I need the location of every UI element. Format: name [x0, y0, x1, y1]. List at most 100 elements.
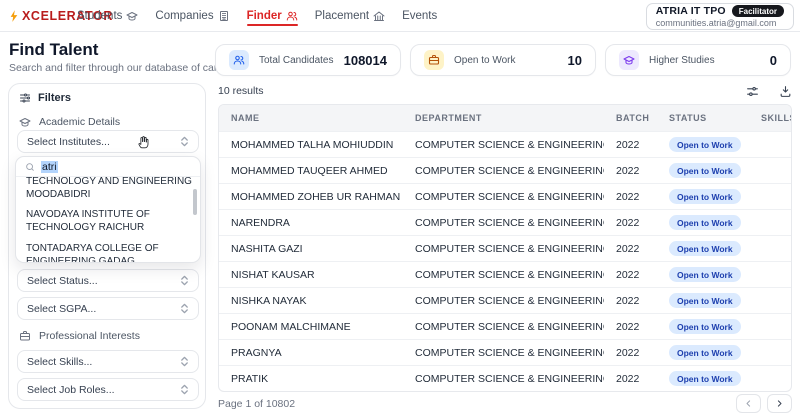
results-count: 10 results	[218, 85, 264, 97]
candidate-status: Open to Work	[657, 345, 749, 360]
candidate-status: Open to Work	[657, 371, 749, 386]
candidate-name: POONAM MALCHIMANE	[231, 320, 351, 333]
dropdown-scrollbar[interactable]	[193, 189, 197, 215]
candidate-batch: 2022	[616, 268, 640, 281]
select-skills[interactable]: Select Skills...	[17, 350, 199, 373]
candidate-department: COMPUTER SCIENCE & ENGINEERING	[415, 294, 604, 307]
table-row[interactable]: NARENDRA COMPUTER SCIENCE & ENGINEERING …	[219, 209, 791, 235]
candidate-batch: 2022	[616, 164, 640, 177]
table-row[interactable]: POONAM MALCHIMANE COMPUTER SCIENCE & ENG…	[219, 313, 791, 339]
institute-option[interactable]: TECHNOLOGY AND ENGINEERING MOODABIDRI	[26, 177, 196, 203]
candidate-status: Open to Work	[657, 319, 749, 334]
select-institutes[interactable]: Select Institutes...	[17, 130, 199, 153]
candidate-name: MOHAMMED TALHA MOHIUDDIN	[231, 138, 394, 151]
sliders-icon	[19, 92, 31, 104]
table-header-row: NAME DEPARTMENT BATCH STATUS SKILLS	[219, 105, 791, 131]
graduation-cap-icon	[619, 50, 639, 70]
candidate-batch: 2022	[616, 294, 640, 307]
user-name: ATRIA IT TPO	[655, 5, 726, 17]
users-icon	[229, 50, 249, 70]
status-badge: Open to Work	[669, 267, 741, 282]
institute-option[interactable]: NAVODAYA INSTITUTE OF TECHNOLOGY RAICHUR	[26, 206, 196, 237]
candidate-department: COMPUTER SCIENCE & ENGINEERING	[415, 268, 604, 281]
chevron-updown-icon	[180, 303, 189, 314]
nav-events[interactable]: Events	[402, 0, 437, 32]
users-icon	[286, 10, 298, 22]
table-row[interactable]: NISHKA NAYAK COMPUTER SCIENCE & ENGINEER…	[219, 287, 791, 313]
section-label: Professional Interests	[39, 330, 140, 342]
table-row[interactable]: MOHAMMED TALHA MOHIUDDIN COMPUTER SCIENC…	[219, 131, 791, 157]
candidate-status: Open to Work	[657, 293, 749, 308]
status-badge: Open to Work	[669, 215, 741, 230]
candidate-name: MOHAMMED ZOHEB UR RAHMAN	[231, 190, 401, 203]
graduation-cap-icon	[19, 116, 31, 128]
select-sgpa[interactable]: Select SGPA...	[17, 297, 199, 320]
nav-students[interactable]: Students	[77, 0, 138, 32]
candidate-status: Open to Work	[657, 215, 749, 230]
nav-companies[interactable]: Companies	[155, 0, 229, 32]
candidate-batch: 2022	[616, 138, 640, 151]
next-page-button[interactable]	[767, 394, 792, 413]
table-body: MOHAMMED TALHA MOHIUDDIN COMPUTER SCIENC…	[219, 131, 791, 391]
briefcase-icon	[19, 330, 31, 342]
status-badge: Open to Work	[669, 371, 741, 386]
stat-label: Total Candidates	[259, 54, 334, 66]
download-icon[interactable]	[779, 85, 792, 98]
table-row[interactable]: MOHAMMED ZOHEB UR RAHMAN COMPUTER SCIENC…	[219, 183, 791, 209]
graduation-cap-icon	[126, 10, 138, 22]
candidate-batch: 2022	[616, 346, 640, 359]
stat-value: 0	[769, 52, 777, 68]
stat-value: 108014	[343, 52, 387, 68]
table-row[interactable]: NASHITA GAZI COMPUTER SCIENCE & ENGINEER…	[219, 235, 791, 261]
user-role-badge: Facilitator	[731, 5, 784, 17]
select-job-roles[interactable]: Select Job Roles...	[17, 378, 199, 401]
main-nav: Students Companies Finder Placement Even…	[77, 0, 437, 32]
status-badge: Open to Work	[669, 189, 741, 204]
top-header: XCELERATOR Students Companies Finder Pla…	[0, 0, 800, 32]
user-profile-box[interactable]: ATRIA IT TPO Facilitator communities.atr…	[645, 3, 794, 30]
stat-value: 10	[567, 52, 582, 68]
status-badge: Open to Work	[669, 241, 741, 256]
institute-search[interactable]: atri	[16, 157, 200, 177]
section-academic-details: Academic Details	[19, 116, 120, 128]
select-job-roles-value: Select Job Roles...	[27, 383, 115, 396]
select-sgpa-value: Select SGPA...	[27, 302, 97, 315]
select-status[interactable]: Select Status...	[17, 269, 199, 292]
landmark-icon	[373, 10, 385, 22]
select-status-value: Select Status...	[27, 274, 98, 287]
candidate-status: Open to Work	[657, 189, 749, 204]
candidates-table: NAME DEPARTMENT BATCH STATUS SKILLS MOHA…	[218, 104, 792, 392]
candidate-status: Open to Work	[657, 163, 749, 178]
chevron-updown-icon	[180, 384, 189, 395]
search-icon	[25, 162, 35, 172]
candidate-name: MOHAMMED TAUQEER AHMED	[231, 164, 388, 177]
table-row[interactable]: NISHAT KAUSAR COMPUTER SCIENCE & ENGINEE…	[219, 261, 791, 287]
status-badge: Open to Work	[669, 137, 741, 152]
results-area: 10 results NAME DEPARTMENT BATCH STATUS …	[218, 84, 792, 413]
prev-page-button[interactable]	[736, 394, 761, 413]
column-settings-icon[interactable]	[746, 85, 759, 98]
nav-companies-label: Companies	[155, 10, 214, 22]
nav-students-label: Students	[77, 10, 123, 22]
table-row[interactable]: MOHAMMED TAUQEER AHMED COMPUTER SCIENCE …	[219, 157, 791, 183]
nav-placement[interactable]: Placement	[315, 0, 385, 32]
status-badge: Open to Work	[669, 319, 741, 334]
candidate-status: Open to Work	[657, 137, 749, 152]
institute-option[interactable]: TONTADARYA COLLEGE OF ENGINEERING GADAG	[26, 239, 196, 263]
filters-header: Filters	[19, 92, 71, 104]
stat-total-candidates: Total Candidates 108014	[215, 44, 401, 76]
col-skills: SKILLS	[761, 113, 791, 123]
candidate-status: Open to Work	[657, 267, 749, 282]
nav-finder[interactable]: Finder	[246, 0, 298, 32]
candidate-status: Open to Work	[657, 241, 749, 256]
stat-label: Higher Studies	[649, 54, 715, 66]
nav-placement-label: Placement	[314, 10, 370, 22]
col-department: DEPARTMENT	[415, 113, 482, 123]
stat-label: Open to Work	[454, 54, 516, 66]
col-name: NAME	[231, 113, 260, 123]
table-row[interactable]: PRAGNYA COMPUTER SCIENCE & ENGINEERING 2…	[219, 339, 791, 365]
table-footer: Page 1 of 10802	[218, 394, 792, 413]
col-status: STATUS	[669, 113, 707, 123]
select-skills-value: Select Skills...	[27, 355, 93, 368]
table-row[interactable]: PRATIK COMPUTER SCIENCE & ENGINEERING 20…	[219, 365, 791, 391]
